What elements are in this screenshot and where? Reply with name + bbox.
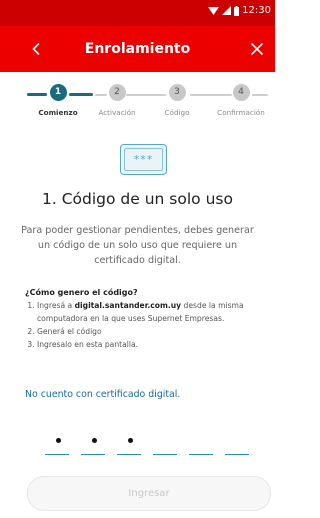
wifi-icon — [208, 7, 220, 15]
no-certificate-link[interactable]: No cuento con certificado digital. — [25, 389, 180, 400]
step-number: 4 — [232, 84, 250, 101]
otp-filled-dot — [128, 438, 133, 443]
howto-section: ¿Cómo genero el código? Ingresá a digita… — [25, 288, 265, 351]
howto-step-1: Ingresá a digital.santander.com.uy desde… — [37, 299, 265, 325]
otp-digit-3[interactable] — [117, 425, 141, 455]
step-label: Código — [164, 108, 190, 117]
close-icon — [251, 43, 263, 55]
app-header: Enrolamiento — [0, 26, 275, 72]
step-number: 2 — [108, 84, 126, 101]
step-number: 1 — [49, 84, 67, 101]
howto-step-3: Ingresalo en esta pantalla. — [37, 338, 265, 351]
close-button[interactable] — [247, 39, 267, 59]
step-label: Confirmación — [217, 108, 265, 117]
otp-filled-dot — [56, 438, 61, 443]
otp-digit-1[interactable] — [45, 425, 69, 455]
step-confirmacion: 4 Confirmación — [206, 82, 276, 117]
howto-step-2: Generá el código — [37, 325, 265, 338]
otp-underline — [225, 453, 249, 455]
otp-digit-5[interactable] — [189, 425, 213, 455]
otp-underline — [81, 453, 105, 455]
status-icons: 12:30 — [208, 5, 271, 16]
otp-digit-4[interactable] — [153, 425, 177, 455]
progress-stepper: 1 Comienzo 2 Activación 3 Código 4 Confi… — [0, 82, 275, 132]
otp-filled-dot — [92, 438, 97, 443]
code-illustration-text: *** — [124, 148, 163, 171]
otp-digit-2[interactable] — [81, 425, 105, 455]
page-title: Enrolamiento — [84, 41, 191, 57]
howto-list: Ingresá a digital.santander.com.uy desde… — [25, 299, 265, 351]
otp-underline — [117, 453, 141, 455]
otp-digit-6[interactable] — [225, 425, 249, 455]
step-codigo: 3 Código — [142, 82, 212, 117]
otp-underline — [153, 453, 177, 455]
submit-button[interactable]: Ingresar — [27, 476, 271, 511]
status-bar: 12:30 — [0, 0, 275, 26]
otp-underline — [189, 453, 213, 455]
howto-title: ¿Cómo genero el código? — [25, 288, 138, 297]
battery-icon — [234, 5, 240, 16]
status-time: 12:30 — [242, 5, 271, 16]
section-description: Para poder gestionar pendientes, debes g… — [21, 225, 254, 266]
signal-icon — [222, 6, 232, 15]
howto-url: digital.santander.com.uy — [74, 301, 182, 310]
code-illustration-icon: *** — [120, 144, 167, 175]
step-number: 3 — [168, 84, 186, 101]
otp-input[interactable] — [45, 425, 250, 457]
section-title: 1. Código de un solo uso — [42, 190, 233, 208]
otp-underline — [45, 453, 69, 455]
